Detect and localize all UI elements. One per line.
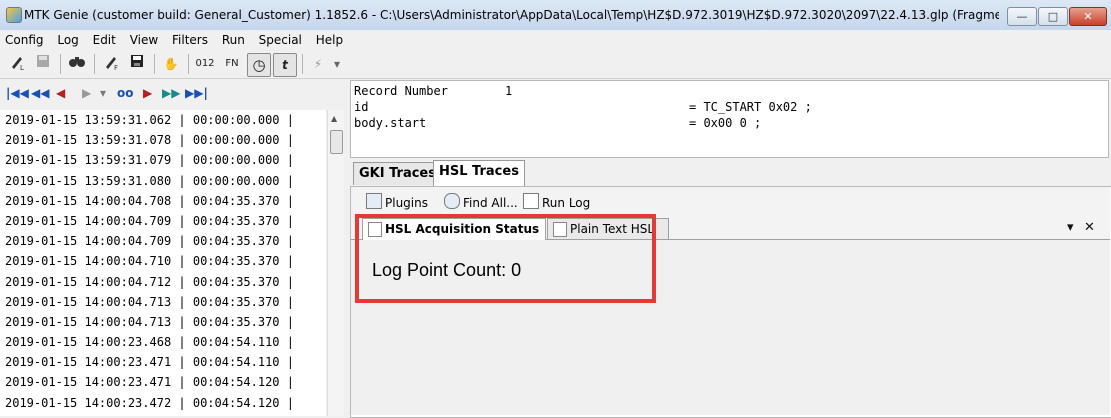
tab-gki-traces[interactable]: GKI Traces — [353, 162, 442, 185]
svg-text:L: L — [20, 64, 24, 71]
log-row[interactable]: 2019-01-15 13:59:31.078 | 00:00:00.000 | — [0, 130, 326, 150]
find-all-label: Find All... — [463, 196, 518, 210]
tab-hsl-traces[interactable]: HSL Traces — [433, 160, 525, 186]
save-icon[interactable] — [126, 53, 148, 75]
plugins-icon — [366, 193, 382, 209]
menu-bar: Config Log Edit View Filters Run Special… — [0, 30, 1111, 49]
log-row[interactable]: 2019-01-15 14:00:04.713 | 00:04:35.370 | — [0, 312, 326, 332]
tab-label: Plain Text HSL — [570, 222, 655, 236]
first-record-icon[interactable]: |◀◀ — [6, 85, 29, 101]
play-icon[interactable]: ▶ — [82, 85, 91, 101]
log-list[interactable]: 2019-01-15 13:59:31.062 | 00:00:00.000 |… — [0, 110, 326, 416]
toolbar-separator — [94, 54, 95, 74]
log-row[interactable]: 2019-01-15 13:59:31.080 | 00:00:00.000 | — [0, 171, 326, 191]
log-row[interactable]: 2019-01-15 14:00:04.709 | 00:04:35.370 | — [0, 211, 326, 231]
svg-text:F: F — [114, 64, 118, 71]
chart-icon — [368, 222, 382, 237]
menu-config[interactable]: Config — [0, 30, 49, 49]
hand-icon[interactable]: ✋ — [160, 53, 182, 75]
play-dropdown-icon[interactable]: ▾ — [100, 85, 106, 101]
toolbar-separator — [188, 54, 189, 74]
window-title: MTK Genie (customer build: General_Custo… — [24, 8, 999, 22]
field-name: body.start — [354, 116, 427, 130]
menu-special[interactable]: Special — [254, 30, 307, 49]
menu-filters[interactable]: Filters — [167, 30, 213, 49]
find-all-button[interactable]: Find All... — [444, 193, 518, 211]
clock-icon[interactable]: ◷ — [247, 53, 271, 77]
log-row[interactable]: 2019-01-15 14:00:04.710 | 00:04:35.370 | — [0, 251, 326, 271]
document-icon — [523, 193, 539, 209]
hsl-toolbar: Plugins Find All... Run Log — [351, 187, 1110, 215]
plugins-button[interactable]: Plugins — [366, 193, 428, 211]
counter-button[interactable]: 012 — [193, 53, 217, 75]
menu-run[interactable]: Run — [217, 30, 250, 49]
log-scrollbar[interactable]: ▲ — [327, 110, 344, 416]
log-panel: |◀◀ ◀◀ ◀ ▶ ▾ oo ▶ ▶▶ ▶▶| 2019-01-15 13:5… — [0, 80, 347, 416]
log-row[interactable]: 2019-01-15 13:59:31.079 | 00:00:00.000 | — [0, 150, 326, 170]
log-row[interactable]: 2019-01-15 14:00:23.471 | 00:04:54.110 | — [0, 352, 326, 372]
scroll-up-icon[interactable]: ▲ — [331, 114, 337, 123]
toolbar-separator — [302, 54, 303, 74]
field-value: = TC_START 0x02 ; — [689, 100, 812, 114]
log-row[interactable]: 2019-01-15 14:00:23.468 | 00:04:54.110 | — [0, 332, 326, 352]
relative-time-icon[interactable]: t — [273, 53, 297, 77]
log-row[interactable]: 2019-01-15 14:00:23.471 | 00:04:54.120 | — [0, 372, 326, 392]
magnifier-icon — [444, 193, 460, 209]
link-icon[interactable]: oo — [117, 85, 134, 101]
toolbar-separator — [154, 54, 155, 74]
log-point-count: Log Point Count: 0 — [372, 260, 522, 280]
maximize-button[interactable]: □ — [1038, 7, 1068, 26]
record-number-label: Record Number — [354, 84, 448, 98]
title-bar: MTK Genie (customer build: General_Custo… — [0, 0, 1111, 31]
menu-view[interactable]: View — [125, 30, 163, 49]
tab-plain-text-hsl[interactable]: Plain Text HSL — [547, 218, 669, 239]
plugins-label: Plugins — [385, 196, 428, 210]
menu-help[interactable]: Help — [311, 30, 348, 49]
menu-log[interactable]: Log — [52, 30, 83, 49]
fast-back-icon[interactable]: ◀◀ — [31, 85, 49, 101]
log-row[interactable]: 2019-01-15 14:00:04.713 | 00:04:35.370 | — [0, 292, 326, 312]
main-toolbar: L F ✋ 012 FN ◷ t ⚡ ▾ — [0, 50, 1111, 79]
log-row[interactable]: 2019-01-15 14:00:04.708 | 00:04:35.370 | — [0, 191, 326, 211]
binoculars-icon[interactable] — [66, 53, 88, 75]
fast-forward-icon[interactable]: ▶▶ — [162, 85, 180, 101]
next-icon[interactable]: ▶ — [143, 85, 152, 101]
run-log-button[interactable]: Run Log — [523, 193, 590, 211]
navigation-bar: |◀◀ ◀◀ ◀ ▶ ▾ oo ▶ ▶▶ ▶▶| — [0, 80, 347, 107]
fn-button[interactable]: FN — [221, 53, 243, 75]
scrollbar-thumb[interactable] — [330, 130, 343, 154]
field-value: = 0x00 0 ; — [689, 116, 762, 130]
log-row[interactable]: 2019-01-15 13:59:31.062 | 00:00:00.000 | — [0, 110, 326, 130]
trace-tabs: GKI Traces HSL Traces — [350, 160, 1111, 186]
record-detail: Record Number 1 id = TC_START 0x02 ; bod… — [350, 80, 1109, 158]
log-row[interactable]: 2019-01-15 14:00:04.709 | 00:04:35.370 | — [0, 231, 326, 251]
hsl-panel: Plugins Find All... Run Log HSL Acquisit… — [350, 186, 1111, 418]
previous-icon[interactable]: ◀ — [56, 85, 65, 101]
lightning-icon[interactable]: ⚡ — [308, 53, 328, 75]
log-row[interactable]: 2019-01-15 14:00:23.472 | 00:04:54.120 | — [0, 393, 326, 413]
document-tabs: HSL Acquisition Status Plain Text HSL ▾ … — [351, 215, 1110, 240]
panel-dropdown-icon[interactable]: ▾ — [1067, 220, 1074, 235]
edit-filter-pen-icon[interactable]: F — [100, 53, 122, 75]
save-disabled-icon[interactable] — [32, 53, 54, 75]
field-name: id — [354, 100, 369, 114]
tab-hsl-acquisition-status[interactable]: HSL Acquisition Status — [362, 218, 547, 240]
lightning-dropdown-icon[interactable]: ▾ — [330, 53, 344, 75]
text-document-icon — [553, 222, 567, 237]
panel-close-icon[interactable]: ✕ — [1084, 220, 1095, 235]
minimize-button[interactable]: — — [1007, 7, 1037, 26]
tab-label: HSL Acquisition Status — [385, 222, 540, 236]
edit-pen-icon[interactable]: L — [6, 53, 28, 75]
menu-edit[interactable]: Edit — [88, 30, 121, 49]
record-number-value: 1 — [505, 84, 513, 98]
toolbar-separator — [60, 54, 61, 74]
acquisition-status-body: Log Point Count: 0 — [351, 240, 1110, 415]
run-log-label: Run Log — [542, 196, 591, 210]
log-row[interactable]: 2019-01-15 14:00:04.712 | 00:04:35.370 | — [0, 272, 326, 292]
last-record-icon[interactable]: ▶▶| — [185, 85, 208, 101]
close-window-button[interactable]: ✕ — [1069, 7, 1107, 26]
app-icon — [6, 7, 22, 23]
